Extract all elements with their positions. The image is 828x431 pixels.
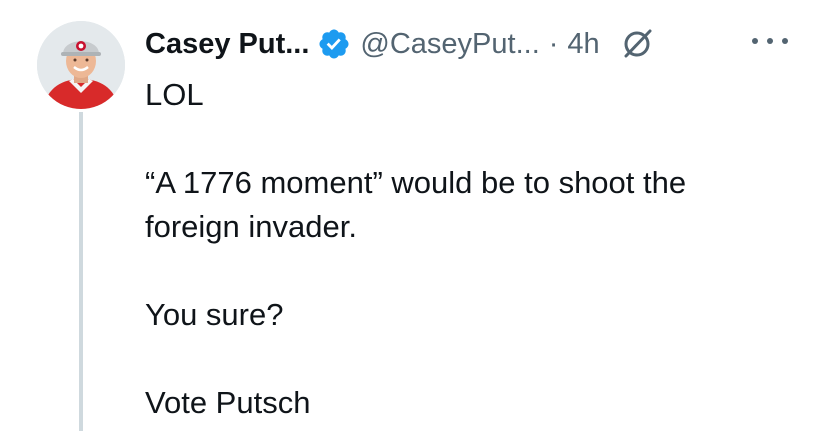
avatar[interactable] (37, 21, 125, 109)
tweet-text: LOL “A 1776 moment” would be to shoot th… (145, 73, 805, 425)
avatar-photo (37, 21, 125, 109)
more-dot (752, 38, 758, 44)
thread-line (79, 112, 83, 431)
tweet-line: foreign invader. (145, 209, 357, 244)
tweet-line (145, 117, 805, 161)
separator-dot: · (548, 27, 559, 60)
tweet-line: LOL (145, 77, 204, 112)
verified-badge-icon[interactable] (317, 27, 351, 61)
tweet-line: You sure? (145, 297, 284, 332)
tweet-timestamp[interactable]: 4h (567, 28, 599, 61)
more-dot (767, 38, 773, 44)
grok-slash-icon[interactable] (618, 25, 656, 63)
tweet-header: Casey Put... @CaseyPut... · 4h (145, 18, 656, 70)
author-handle[interactable]: @CaseyPut... (360, 28, 539, 61)
author-display-name[interactable]: Casey Put... (145, 28, 309, 61)
more-options-icon[interactable] (752, 31, 788, 51)
tweet-line: “A 1776 moment” would be to shoot the (145, 165, 687, 200)
more-dot (782, 38, 788, 44)
tweet-line (145, 337, 805, 381)
tweet-line (145, 249, 805, 293)
tweet-line: Vote Putsch (145, 385, 311, 420)
